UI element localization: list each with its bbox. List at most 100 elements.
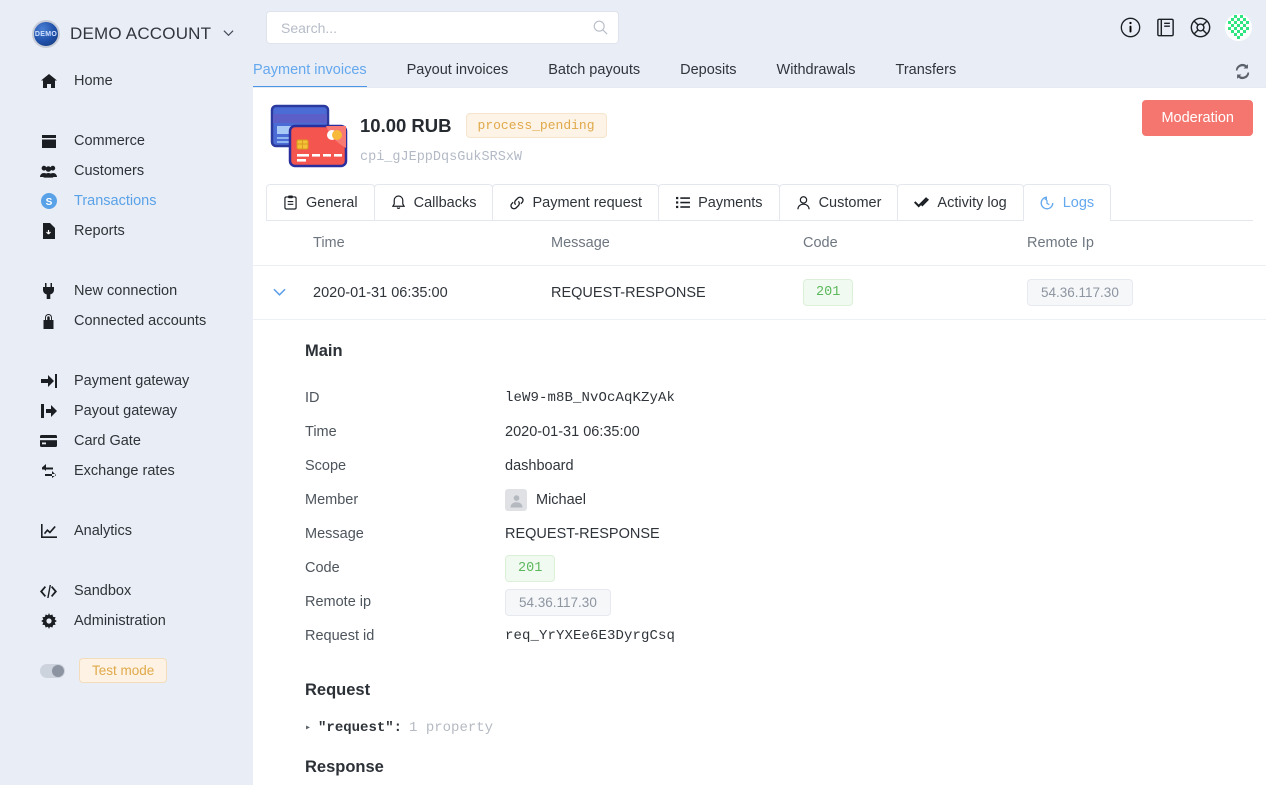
request-json-meta: 1 property [409,720,494,736]
sidebar-item-label: Payment gateway [74,373,190,389]
tab-customer[interactable]: Customer [778,184,899,220]
column-header-remote-ip: Remote Ip [1027,221,1266,266]
sidebar-item-analytics[interactable]: Analytics [0,516,253,546]
test-mode-toggle[interactable] [40,663,65,678]
moderation-button[interactable]: Moderation [1142,100,1253,136]
gear-icon [40,613,57,630]
column-header-time: Time [313,221,551,266]
column-header-message: Message [551,221,803,266]
test-mode-row: Test mode [0,658,253,683]
account-switcher[interactable]: DEMO DEMO ACCOUNT [0,12,253,56]
tab-callbacks[interactable]: Callbacks [373,184,494,220]
search-wrapper [266,11,619,44]
sidebar-item-new-connection[interactable]: New connection [0,276,253,306]
tab-logs[interactable]: Logs [1022,184,1112,221]
avatar [505,489,527,511]
row-time: 2020-01-31 06:35:00 [313,265,551,320]
life-ring-icon[interactable] [1190,17,1211,38]
book-icon[interactable] [1155,17,1176,38]
row-code-cell: 201 [803,265,1027,320]
credit-card-icon [40,433,57,450]
log-detail-panel: Main ID leW9-m8B_NvOcAqKZyAk Time 2020-0… [253,320,1266,777]
detail-label: Request id [305,628,375,644]
svg-text:S: S [45,197,52,208]
sidebar-group-5: Analytics [0,516,253,546]
invoice-tabs: General Callbacks Payment request Paymen… [266,184,1253,221]
refresh-icon[interactable] [1233,62,1252,81]
chevron-down-icon[interactable] [273,286,286,299]
sign-out-icon [40,403,57,420]
tab-activity-log[interactable]: Activity log [897,184,1024,220]
sidebar-item-reports[interactable]: Reports [0,216,253,246]
row-expand-cell[interactable] [253,265,313,320]
sidebar-item-administration[interactable]: Administration [0,606,253,636]
tab-deposits[interactable]: Deposits [680,62,736,87]
tab-payout-invoices[interactable]: Payout invoices [407,62,509,87]
sign-in-icon [40,373,57,390]
table-row[interactable]: 2020-01-31 06:35:00 REQUEST-RESPONSE 201… [253,265,1266,320]
sidebar-item-label: Administration [74,613,166,629]
tab-label: Payment request [532,194,643,211]
home-icon [40,73,57,90]
detail-label: Code [305,560,340,576]
tab-payment-request[interactable]: Payment request [492,184,660,220]
detail-value-time: 2020-01-31 06:35:00 [505,424,640,440]
sidebar-item-customers[interactable]: Customers [0,156,253,186]
tab-label: Activity log [937,194,1007,211]
tab-withdrawals[interactable]: Withdrawals [777,62,856,87]
tab-transfers[interactable]: Transfers [896,62,957,87]
code-badge: 201 [803,279,854,306]
sidebar-item-transactions[interactable]: S Transactions [0,186,253,216]
row-message: REQUEST-RESPONSE [551,265,803,320]
detail-main-title: Main [305,342,343,360]
tab-label: Payments [698,194,763,211]
info-circle-icon[interactable] [1120,17,1141,38]
search-input[interactable] [266,11,619,44]
invoice-id: cpi_gJEppDqsGukSRSxW [360,150,523,165]
sidebar-item-label: Card Gate [74,433,141,449]
detail-value-member-wrap: Michael [505,489,586,511]
sidebar-item-connected-accounts[interactable]: Connected accounts [0,306,253,336]
sidebar-item-label: Sandbox [74,583,132,599]
detail-row-message: Message REQUEST-RESPONSE [305,517,1266,551]
sidebar-item-exchange-rates[interactable]: Exchange rates [0,456,253,486]
sidebar-item-home[interactable]: Home [0,66,253,96]
request-json-node[interactable]: ▸ "request": 1 property [305,720,1266,736]
detail-value-ip-wrap: 54.36.117.30 [505,588,611,616]
column-header-code: Code [803,221,1027,266]
exchange-icon [40,463,57,480]
tab-label: Customer [818,194,882,211]
sidebar-item-commerce[interactable]: Commerce [0,126,253,156]
topbar-icons [1120,14,1252,41]
detail-label: Message [305,526,364,542]
logs-table: Time Message Code Remote Ip 2020-01-31 0… [253,221,1266,320]
invoice-summary: 10.00 RUB process_pending cpi_gJEppDqsGu… [360,102,607,165]
tab-general[interactable]: General [266,184,375,220]
detail-value-request-id: req_YrYXEe6E3DyrgCsq [505,628,676,644]
expand-column-header [253,221,313,266]
request-json-key: "request": [318,720,403,736]
detail-value-code-wrap: 201 [505,554,556,582]
sidebar-item-payment-gateway[interactable]: Payment gateway [0,366,253,396]
test-mode-badge[interactable]: Test mode [79,658,168,683]
logs-table-head: Time Message Code Remote Ip [253,221,1266,266]
sidebar-group-1: Home [0,66,253,96]
tab-payment-invoices[interactable]: Payment invoices [253,62,367,88]
sidebar-item-sandbox[interactable]: Sandbox [0,576,253,606]
detail-row-id: ID leW9-m8B_NvOcAqKZyAk [305,381,1266,415]
detail-row-time: Time 2020-01-31 06:35:00 [305,415,1266,449]
topbar [253,0,1266,55]
plug-icon [40,283,57,300]
invoice-header: 10.00 RUB process_pending cpi_gJEppDqsGu… [253,88,1266,184]
detail-request-title: Request [305,681,371,699]
tab-payments[interactable]: Payments [658,184,780,220]
main-area: Payment invoices Payout invoices Batch p… [253,0,1266,785]
sidebar-item-payout-gateway[interactable]: Payout gateway [0,396,253,426]
tab-batch-payouts[interactable]: Batch payouts [548,62,640,87]
sidebar-item-card-gate[interactable]: Card Gate [0,426,253,456]
status-badge: process_pending [465,113,607,138]
detail-label: Scope [305,458,347,474]
user-identicon-avatar[interactable] [1225,14,1252,41]
triangle-right-icon[interactable]: ▸ [305,722,311,734]
sidebar-item-label: Home [74,73,113,89]
